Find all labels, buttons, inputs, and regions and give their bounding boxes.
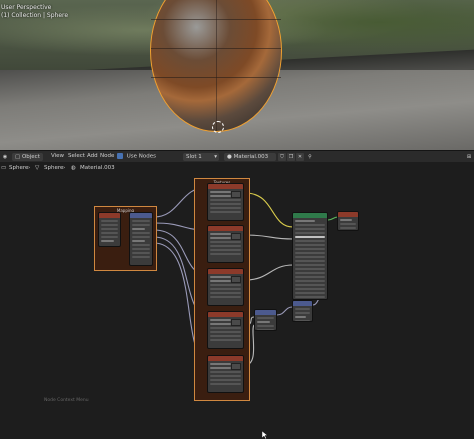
node-mapping[interactable] [129, 212, 153, 266]
chevron-right-icon: › [28, 165, 31, 171]
node-material-output[interactable] [337, 211, 359, 231]
mouse-cursor-icon [262, 431, 268, 439]
object-icon: ▢ [15, 154, 21, 160]
material-sphere-icon: ● [227, 154, 232, 160]
object-icon: ▭ [1, 165, 7, 171]
node-texture-coordinate[interactable] [98, 212, 121, 247]
viewport-collection-label: (1) Collection | Sphere [1, 12, 69, 19]
viewport-perspective-label: User Perspective [1, 4, 52, 11]
mode-label: Object [21, 154, 40, 160]
texture-thumbnail [231, 319, 241, 326]
chevron-right-icon: › [63, 165, 66, 171]
material-name: Material.003 [233, 154, 269, 160]
node-normal-map[interactable] [254, 309, 277, 331]
chevron-down-icon: ▾ [214, 154, 217, 160]
use-nodes-toggle[interactable]: Use Nodes [117, 153, 156, 160]
texture-thumbnail [231, 233, 241, 240]
3d-cursor-icon[interactable] [212, 121, 224, 133]
3d-viewport[interactable]: User Perspective (1) Collection | Sphere [0, 0, 474, 150]
node-principled-bsdf[interactable] [292, 212, 328, 300]
texture-thumbnail [231, 191, 241, 198]
mesh-icon: ▽ [35, 165, 40, 171]
fake-user-icon[interactable]: ⛉ [278, 153, 286, 161]
node-editor-header: ◉ ▢ Object View Select Add Node Use Node… [0, 150, 474, 162]
breadcrumb-material[interactable]: Material.003 [80, 165, 115, 171]
node-editor-canvas[interactable]: Mapping Textures [0, 175, 474, 439]
breadcrumb-object[interactable]: Sphere [9, 165, 28, 171]
slot-label: Slot 1 [186, 154, 202, 160]
menu-view[interactable]: View [51, 153, 64, 159]
node-image-texture-color[interactable] [207, 183, 244, 221]
breadcrumb-mesh[interactable]: Sphere [44, 165, 63, 171]
mode-dropdown[interactable]: ▢ Object [12, 153, 43, 161]
node-image-texture-normal[interactable] [207, 311, 244, 349]
texture-thumbnail [231, 363, 241, 370]
material-selector[interactable]: ● Material.003 [224, 153, 276, 161]
menu-select[interactable]: Select [68, 153, 85, 159]
status-bar-hint: Node Context Menu [44, 398, 89, 403]
menu-add[interactable]: Add [87, 153, 98, 159]
node-image-texture-roughness[interactable] [207, 225, 244, 263]
node-image-texture-metallic[interactable] [207, 268, 244, 306]
editor-type-icon[interactable]: ◉ [1, 153, 9, 161]
slot-dropdown[interactable]: Slot 1 ▾ [183, 153, 219, 161]
material-icon: ◍ [71, 165, 76, 171]
use-nodes-label: Use Nodes [126, 153, 156, 160]
duplicate-icon[interactable]: ❐ [287, 153, 295, 161]
pin-icon[interactable]: ⚲ [306, 153, 314, 161]
menu-node[interactable]: Node [100, 153, 114, 159]
texture-thumbnail [231, 276, 241, 283]
node-displacement[interactable] [292, 300, 313, 322]
unlink-icon[interactable]: ✕ [296, 153, 304, 161]
checkbox-checked-icon [117, 153, 123, 159]
node-image-texture-height[interactable] [207, 355, 244, 393]
snap-icon[interactable]: ⊞ [465, 153, 473, 161]
